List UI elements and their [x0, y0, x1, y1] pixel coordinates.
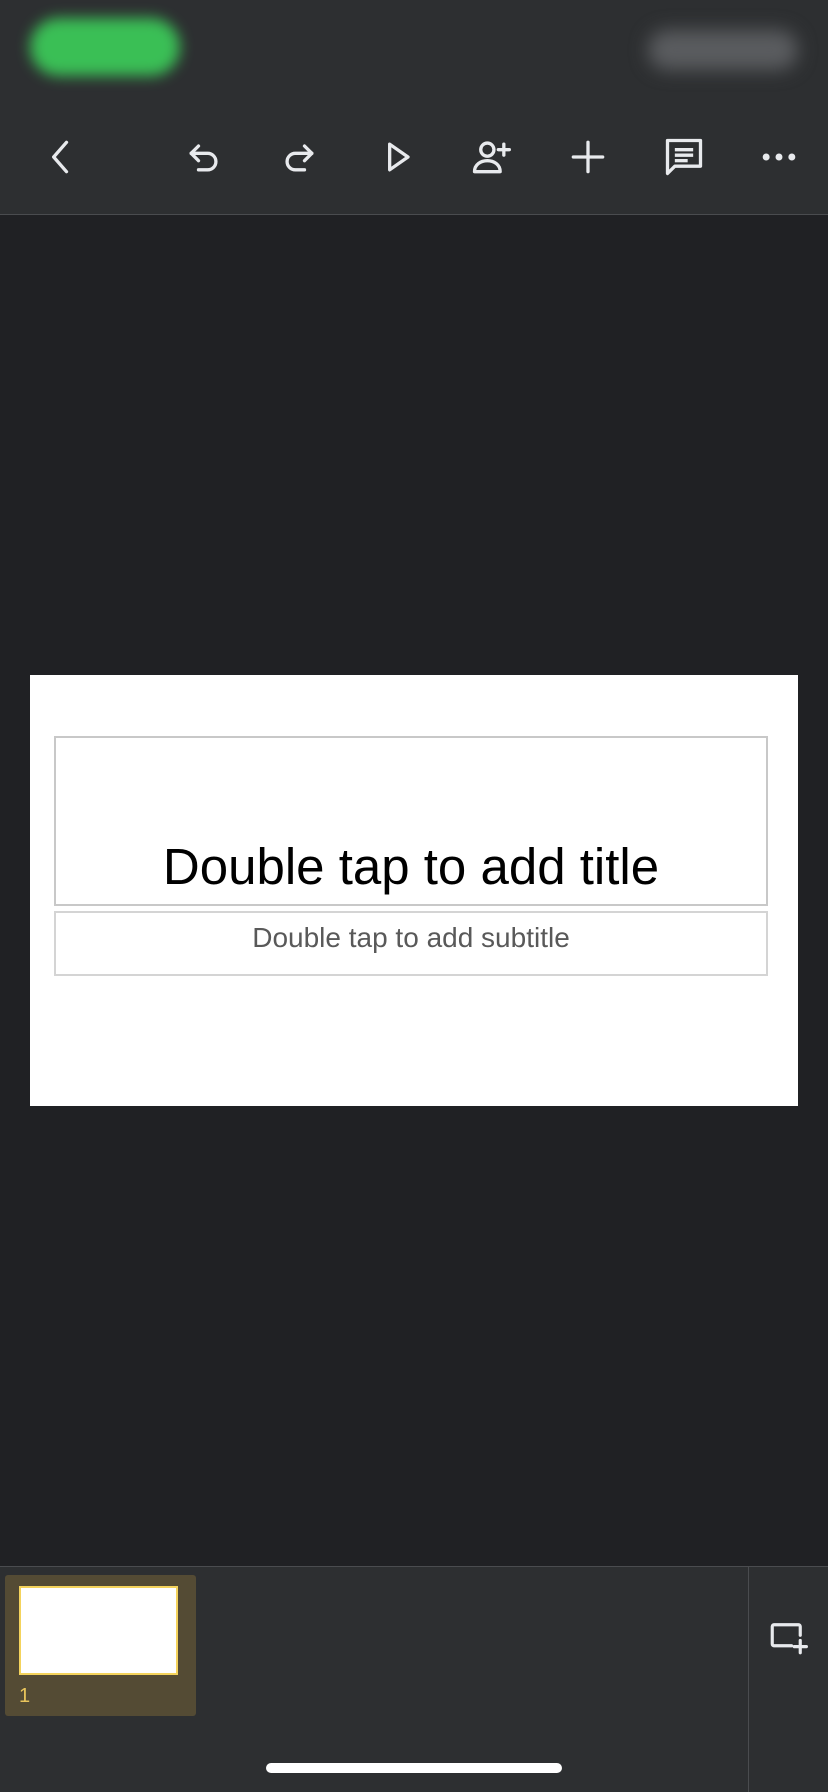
title-placeholder-text: Double tap to add title — [162, 838, 660, 895]
undo-icon — [189, 144, 218, 172]
slide-thumbnail-selected[interactable]: 1 — [5, 1575, 196, 1716]
subtitle-placeholder-box[interactable]: Double tap to add subtitle — [54, 911, 768, 976]
title-placeholder-box[interactable]: Double tap to add title — [54, 736, 768, 906]
slides-editor: Double tap to add title Double tap to ad… — [0, 0, 828, 1792]
subtitle-placeholder-text: Double tap to add subtitle — [252, 922, 570, 953]
more-options-button[interactable] — [744, 122, 814, 192]
share-button[interactable] — [456, 122, 526, 192]
present-button[interactable] — [362, 122, 432, 192]
home-indicator — [266, 1763, 562, 1773]
insert-button[interactable] — [553, 122, 623, 192]
add-person-icon — [472, 141, 511, 174]
current-slide[interactable]: Double tap to add title Double tap to ad… — [30, 675, 798, 1106]
comments-button[interactable] — [649, 122, 719, 192]
slide-filmstrip: 1 — [0, 1566, 828, 1792]
undo-button[interactable] — [169, 122, 239, 192]
redo-icon — [285, 144, 314, 172]
more-horizontal-icon — [762, 153, 796, 161]
status-indicators-blurred — [648, 30, 798, 70]
slide-thumbnail-preview — [19, 1586, 178, 1675]
slide-canvas: Double tap to add title Double tap to ad… — [0, 215, 828, 1565]
filmstrip-divider — [748, 1567, 749, 1792]
slide-number: 1 — [19, 1685, 31, 1707]
redo-button[interactable] — [264, 122, 334, 192]
back-icon — [52, 140, 69, 174]
play-icon — [388, 142, 410, 172]
plus-icon — [571, 140, 605, 174]
new-slide-button[interactable] — [758, 1607, 818, 1667]
status-time-blurred — [30, 18, 180, 76]
top-toolbar — [0, 100, 828, 215]
add-slide-icon — [770, 1623, 808, 1655]
back-button[interactable] — [26, 122, 96, 192]
comment-icon — [665, 138, 703, 176]
status-bar — [0, 0, 828, 100]
